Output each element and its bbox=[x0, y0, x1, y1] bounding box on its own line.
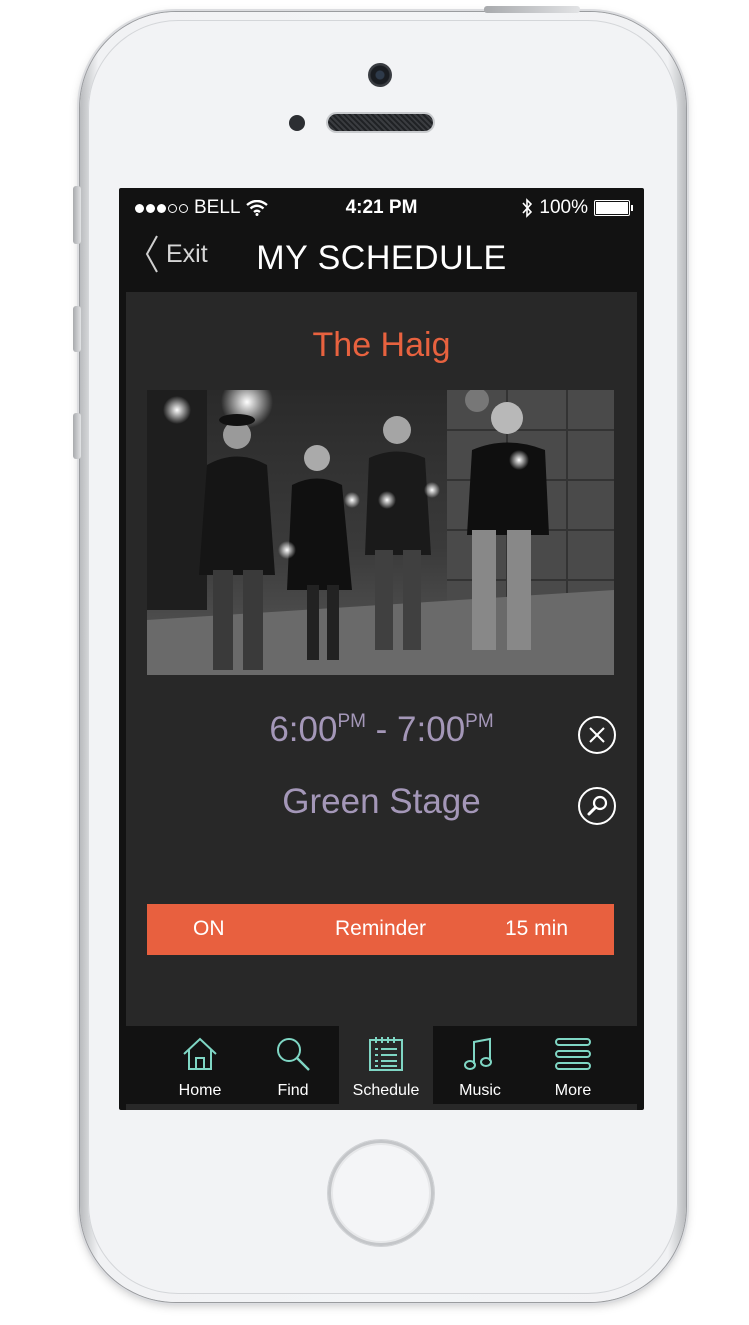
tab-music[interactable]: Music bbox=[433, 1026, 527, 1104]
tab-schedule[interactable]: Schedule bbox=[339, 1026, 433, 1104]
end-time: 7:00 bbox=[397, 710, 466, 749]
earpiece-speaker bbox=[328, 114, 433, 131]
mute-switch bbox=[73, 186, 81, 244]
power-button bbox=[484, 6, 580, 13]
band-name: The Haig bbox=[312, 326, 451, 364]
tab-music-label: Music bbox=[459, 1082, 501, 1099]
music-note-icon bbox=[464, 1037, 492, 1070]
search-icon bbox=[277, 1038, 310, 1071]
tab-find-label: Find bbox=[277, 1082, 309, 1099]
tab-more[interactable]: More bbox=[526, 1026, 620, 1104]
status-bar: BELL 4:21 PM 100% bbox=[119, 188, 644, 226]
time-separator: - bbox=[365, 710, 398, 749]
home-icon bbox=[183, 1037, 217, 1070]
stage-name: Green Stage bbox=[282, 782, 481, 821]
end-time-suffix: PM bbox=[465, 711, 494, 732]
tab-bar: Home Find Schedule Music More bbox=[126, 1026, 637, 1104]
volume-down-button bbox=[73, 413, 81, 459]
tab-schedule-label: Schedule bbox=[352, 1082, 420, 1099]
app-screen: BELL 4:21 PM 100% Exit MY SCHEDULE The H… bbox=[119, 188, 644, 1110]
menu-icon bbox=[555, 1038, 591, 1070]
proximity-sensor bbox=[289, 115, 305, 131]
battery-percentage: 100% bbox=[539, 197, 588, 218]
home-button[interactable] bbox=[328, 1140, 434, 1246]
magnifier-icon bbox=[587, 795, 608, 816]
reminder-bar[interactable]: ON Reminder 15 min bbox=[147, 904, 614, 955]
page-title: MY SCHEDULE bbox=[256, 239, 507, 277]
start-time-suffix: PM bbox=[337, 711, 366, 732]
navigation-bar: Exit MY SCHEDULE bbox=[119, 226, 644, 292]
volume-up-button bbox=[73, 306, 81, 352]
event-time: 6:00PM - 7:00PM bbox=[119, 710, 644, 750]
close-icon bbox=[589, 727, 605, 743]
reminder-offset[interactable]: 15 min bbox=[505, 917, 568, 941]
bluetooth-icon bbox=[522, 198, 533, 218]
locate-stage-button[interactable] bbox=[578, 787, 616, 825]
remove-from-schedule-button[interactable] bbox=[578, 716, 616, 754]
band-photo bbox=[147, 390, 614, 675]
tab-home-label: Home bbox=[178, 1082, 222, 1099]
front-camera bbox=[368, 63, 392, 87]
tab-find[interactable]: Find bbox=[246, 1026, 340, 1104]
schedule-icon bbox=[369, 1037, 403, 1071]
battery-icon bbox=[594, 200, 633, 216]
start-time: 6:00 bbox=[269, 710, 338, 749]
tab-more-label: More bbox=[554, 1082, 592, 1099]
tab-home[interactable]: Home bbox=[153, 1026, 247, 1104]
